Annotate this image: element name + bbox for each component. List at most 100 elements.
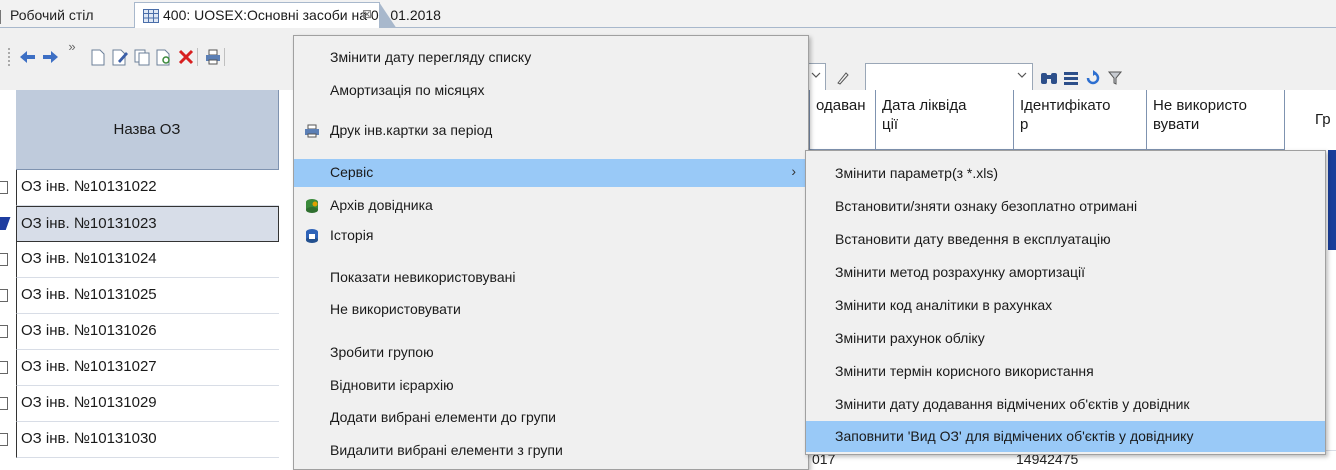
menu-item-label: Зробити групою [330,344,434,360]
menu-item-add-to-group[interactable]: Додати вибрані елементи до групи [294,404,808,432]
submenu-item-label: Змінити метод розрахунку амортизації [835,264,1086,280]
menu-item-restore-hierarchy[interactable]: Відновити ієрархію [294,372,808,400]
menu-item-label: Амортизація по місяцях [330,82,485,98]
row-name: ОЗ інв. №10131030 [16,422,279,458]
row-name: ОЗ інв. №10131029 [16,386,279,422]
tab-desktop-label: Робочий стіл [10,7,94,23]
submenu-item-accounting-account[interactable]: Змінити рахунок обліку [806,323,1325,354]
row-checkbox[interactable] [0,253,8,266]
view-document-icon[interactable] [154,47,174,67]
copy-document-icon[interactable] [132,47,152,67]
printer-icon [304,123,320,139]
column-header-added[interactable]: одаван [809,90,875,150]
row-checkbox[interactable] [0,433,8,446]
tab-fixed-assets[interactable]: 400: UOSEX:Основні засоби на 01.01.2018 … [134,2,441,29]
row-checkbox[interactable] [0,397,8,410]
table-row[interactable]: ОЗ інв. №10131022 [0,170,300,206]
menu-item-service[interactable]: Сервіс › [294,159,808,187]
menu-item-show-unused[interactable]: Показати невикористовувані [294,264,808,292]
row-name: ОЗ інв. №10131022 [16,170,279,206]
print-icon[interactable] [203,47,223,67]
column-header-not-used[interactable]: Не використо вувати [1146,90,1284,150]
menu-item-change-view-date[interactable]: Змінити дату перегляду списку [294,44,808,72]
tab-close-icon[interactable]: ⊠ [362,7,372,21]
edit-document-icon[interactable] [110,47,130,67]
eraser-icon[interactable] [832,68,852,88]
new-document-icon[interactable] [88,47,108,67]
find-binoculars-icon[interactable] [1039,68,1059,88]
menu-item-make-group[interactable]: Зробити групою [294,339,808,367]
filter-tool-icon[interactable] [1105,68,1125,88]
submenu-item-label: Встановити дату введення в експлуатацію [835,231,1111,247]
row-checkbox[interactable] [0,325,8,338]
refresh-icon[interactable] [1083,68,1103,88]
chevron-right-icon: › [791,163,796,179]
archive-icon [304,198,320,214]
app-window: { "tabs": { "desktop": "Робочий стіл", "… [0,0,1336,470]
toolbar-grip[interactable] [8,48,10,66]
submenu-item-fill-asset-type[interactable]: Заповнити 'Вид ОЗ' для відмічених об'єкт… [806,421,1325,452]
menu-item-label: Сервіс [330,164,374,180]
submenu-item-label: Змінити код аналітики в рахунках [835,297,1053,313]
menu-item-label: Видалити вибрані елементи з групи [330,442,563,458]
back-arrow-icon[interactable] [18,47,38,67]
table-row[interactable]: ОЗ інв. №10131024 [0,242,300,278]
table-row[interactable]: ОЗ інв. №10131026 [0,314,300,350]
menu-item-label: Не використовувати [330,301,461,317]
submenu-item-free-received[interactable]: Встановити/зняти ознаку безоплатно отрим… [806,191,1325,222]
table-row[interactable]: ОЗ інв. №10131027 [0,350,300,386]
table-row[interactable]: ОЗ інв. №10131029 [0,386,300,422]
submenu-item-label: Змінити дату додавання відмічених об'єкт… [835,396,1190,412]
row-name: ОЗ інв. №10131025 [16,278,279,314]
column-header-identifier[interactable]: Ідентифікато р [1013,90,1146,150]
table-row-selected[interactable]: ОЗ інв. №10131023 [0,206,300,242]
scrollbar-thumb[interactable] [1328,150,1336,250]
submenu-item-label: Заповнити 'Вид ОЗ' для відмічених об'єкт… [835,428,1194,444]
row-checkbox[interactable] [0,361,8,374]
submenu-item-depreciation-method[interactable]: Змінити метод розрахунку амортизації [806,257,1325,288]
menu-item-label: Відновити ієрархію [330,377,454,393]
menu-item-label: Додати вибрані елементи до групи [330,409,556,425]
menu-item-remove-from-group[interactable]: Видалити вибрані елементи з групи [294,437,808,465]
menu-item-archive[interactable]: Архів довідника [294,192,808,220]
menu-item-label: Друк інв.картки за період [330,122,493,138]
row-checkbox[interactable] [0,217,11,230]
forward-arrow-icon[interactable] [40,47,60,67]
submenu-item-commissioning-date[interactable]: Встановити дату введення в експлуатацію [806,224,1325,255]
chevron-down-icon [811,70,821,82]
submenu-item-change-parameter[interactable]: Змінити параметр(з *.xls) [806,158,1325,189]
history-icon [304,228,320,244]
row-name: ОЗ інв. №10131023 [16,206,279,242]
row-checkbox[interactable] [0,181,8,194]
search-combo[interactable] [865,63,1033,93]
row-name: ОЗ інв. №10131026 [16,314,279,350]
submenu-item-analytics-code[interactable]: Змінити код аналітики в рахунках [806,290,1325,321]
column-header-group[interactable]: Гр [1284,90,1336,150]
submenu-item-label: Змінити термін корисного використання [835,363,1094,379]
menu-item-print-card[interactable]: Друк інв.картки за період [294,117,808,145]
menu-item-label: Архів довідника [330,197,433,213]
tab-desktop[interactable]: Робочий стіл [0,4,102,28]
submenu-item-label: Змінити рахунок обліку [835,330,985,346]
menu-item-label: Історія [330,227,374,243]
toolbar-separator [197,48,198,66]
filter-combo-tail[interactable] [808,63,826,93]
context-menu: Змінити дату перегляду списку Амортизаці… [293,35,809,470]
toolbar-overflow-chevron[interactable]: » [62,36,82,56]
submenu-item-added-date[interactable]: Змінити дату додавання відмічених об'єкт… [806,389,1325,420]
submenu-item-useful-life[interactable]: Змінити термін корисного використання [806,356,1325,387]
list-icon[interactable] [1061,68,1081,88]
menu-item-history[interactable]: Історія [294,222,808,250]
row-checkbox[interactable] [0,289,8,302]
delete-icon[interactable] [176,47,196,67]
menu-item-do-not-use[interactable]: Не використовувати [294,296,808,324]
column-header-name[interactable]: Назва ОЗ [16,90,279,170]
table-icon [143,9,159,23]
table-row[interactable]: ОЗ інв. №10131030 [0,422,300,458]
table-row[interactable]: ОЗ інв. №10131025 [0,278,300,314]
menu-item-monthly-depreciation[interactable]: Амортизація по місяцях [294,77,808,105]
column-header-liquidation-date[interactable]: Дата ліквіда ції [875,90,1013,150]
toolbar-separator [224,48,225,66]
tab-fixed-assets-label: 400: UOSEX:Основні засоби на 01.01.2018 [163,7,441,23]
row-name: ОЗ інв. №10131024 [16,242,279,278]
